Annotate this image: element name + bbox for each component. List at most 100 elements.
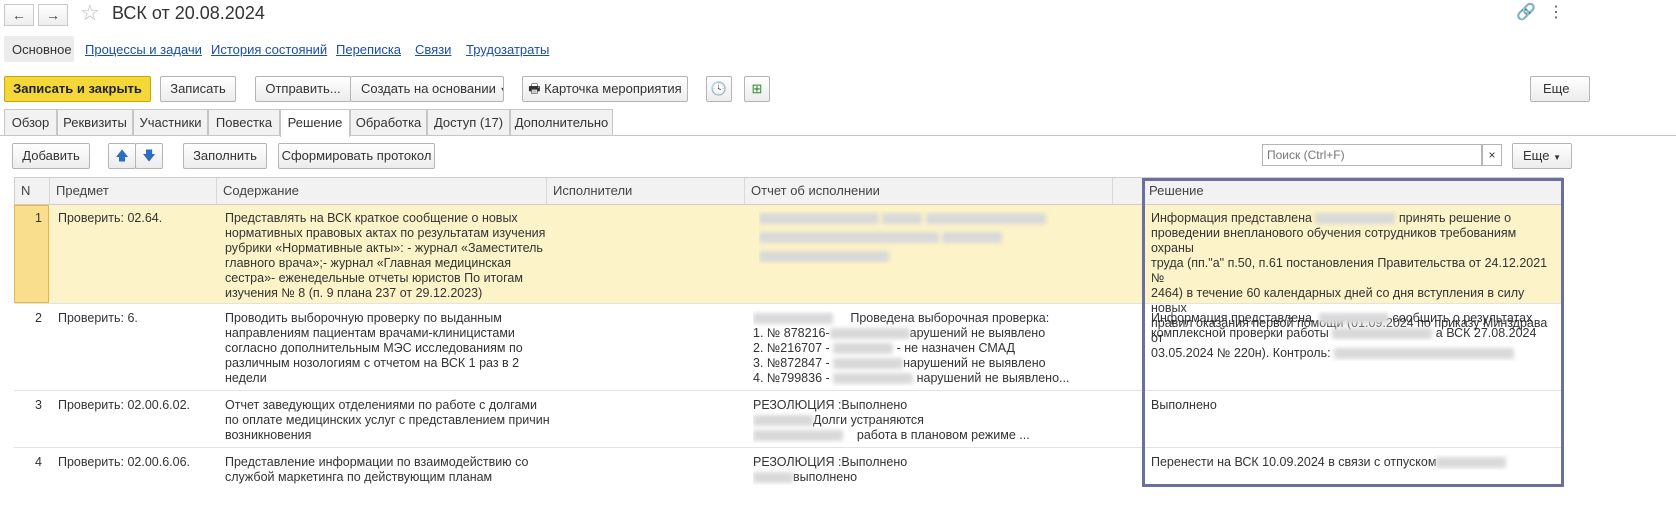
row-content: Отчет заведующих отделениями по работе с…	[225, 398, 555, 443]
report-line: 3. №872847 -	[753, 356, 830, 370]
row-content: Проводить выборочную проверку по выданны…	[225, 311, 555, 386]
content-line: изучения № 8 (п. 9 плана 237 от 29.12.20…	[225, 286, 483, 300]
row-subject: Проверить: 02.64.	[58, 211, 163, 225]
row-number: 1	[35, 211, 42, 225]
report-line: 1. № 878216-	[753, 326, 830, 340]
add-table-icon: ⊞	[751, 81, 763, 96]
report-line: работа в плановом режиме ...	[856, 428, 1030, 442]
col-header-content[interactable]: Содержание	[217, 177, 547, 205]
content-line: Представлять на ВСК краткое сообщение о …	[225, 211, 518, 225]
report-line: нарушений не выявлено	[903, 356, 1046, 370]
content-line: рубрики «Нормативные акты»: - журнал «За…	[225, 241, 543, 255]
report-line: РЕЗОЛЮЦИЯ :Выполнено	[753, 398, 908, 412]
tab-strip-line	[0, 135, 1676, 136]
more-toolbar-button[interactable]: Еще	[1530, 76, 1590, 102]
nav-link-labor[interactable]: Трудозатраты	[466, 42, 549, 57]
row-report: Проведена выборочная проверка: 1. № 8782…	[753, 311, 1083, 386]
row-content: Представлять на ВСК краткое сообщение о …	[225, 211, 555, 301]
more-grid-button[interactable]: Еще ▼	[1512, 143, 1572, 169]
report-line: 4. №799836 -	[753, 371, 830, 385]
report-line: выполнено	[793, 470, 858, 484]
more-menu-icon[interactable]: ⋮	[1548, 2, 1564, 22]
save-and-close-button[interactable]: Записать и закрыть	[4, 76, 151, 102]
fill-button[interactable]: Заполнить	[183, 143, 267, 169]
col-header-executors[interactable]: Исполнители	[547, 177, 745, 205]
content-line: Отчет заведующих отделениями по работе с…	[225, 398, 537, 412]
nav-link-history[interactable]: История состояний	[211, 42, 327, 57]
content-line: Проводить выборочную проверку по выданны…	[225, 311, 502, 325]
tab-agenda[interactable]: Повестка	[208, 109, 280, 135]
dropdown-caret-icon: ▼	[500, 85, 504, 95]
report-line: РЕЗОЛЮЦИЯ :Выполнено	[753, 455, 908, 469]
dropdown-caret-icon: ▼	[1553, 153, 1561, 162]
report-line: нарушений не выявлено...	[916, 371, 1070, 385]
row-subject: Проверить: 02.00.6.02.	[58, 398, 191, 412]
search-input[interactable]	[1262, 144, 1482, 166]
forward-button[interactable]: →	[38, 4, 68, 26]
create-based-on-label: Создать на основании	[361, 81, 496, 96]
tab-overview[interactable]: Обзор	[4, 109, 57, 135]
content-line: службой маркетинга по действующим планам	[225, 470, 493, 484]
col-header-report[interactable]: Отчет об исполнении	[745, 177, 1113, 205]
col-header-subject[interactable]: Предмет	[50, 177, 217, 205]
report-line: Проведена выборочная проверка:	[850, 311, 1050, 325]
content-line: сестра»- еженедельные отчеты юристов По …	[225, 271, 523, 285]
tab-additional[interactable]: Дополнительно	[510, 109, 613, 135]
move-down-button[interactable]: 🡇	[135, 143, 163, 169]
search-clear-icon[interactable]: ×	[1482, 144, 1502, 166]
nav-link-main[interactable]: Основное	[12, 42, 72, 57]
arrow-down-icon: 🡇	[142, 148, 156, 163]
row-subject: Проверить: 02.00.6.06.	[58, 455, 191, 469]
generate-protocol-button[interactable]: Сформировать протокол	[278, 143, 435, 169]
content-line: нормативных правовых актах по результата…	[225, 226, 546, 240]
col-header-n[interactable]: N	[14, 177, 50, 205]
arrow-left-icon: ←	[12, 7, 26, 23]
row-report: РЕЗОЛЮЦИЯ :Выполнено выполнено	[753, 455, 1083, 485]
arrow-up-icon: 🡅	[115, 148, 129, 163]
favorite-star-icon[interactable]: ☆	[80, 0, 100, 26]
tab-requisites[interactable]: Реквизиты	[57, 109, 133, 135]
nav-link-relations[interactable]: Связи	[415, 42, 451, 57]
row-number: 3	[35, 398, 42, 412]
content-line: возникновения	[225, 428, 312, 442]
row-report-redacted	[759, 211, 1059, 264]
event-card-button[interactable]: 🖶 Карточка мероприятия	[522, 76, 688, 102]
tab-processing[interactable]: Обработка	[350, 109, 427, 135]
content-line: согласно дополнительным МЭС исследования…	[225, 341, 523, 355]
add-button[interactable]: Добавить	[12, 143, 90, 169]
row-content: Представление информации по взаимодейств…	[225, 455, 555, 485]
row-subject: Проверить: 6.	[58, 311, 138, 325]
content-line: главного врача»;- журнал «Главная медици…	[225, 256, 512, 270]
clock-button[interactable]: 🕓	[706, 76, 732, 102]
content-line: направлениям пациентам врачами-клиницист…	[225, 326, 515, 340]
row-number: 2	[35, 311, 42, 325]
content-line: по оплате медицинских услуг с представле…	[225, 413, 550, 427]
printer-icon: 🖶	[528, 81, 541, 96]
tab-participants[interactable]: Участники	[133, 109, 208, 135]
report-line: Долги устраняются	[813, 413, 924, 427]
nav-link-correspondence[interactable]: Переписка	[336, 42, 401, 57]
nav-link-processes[interactable]: Процессы и задачи	[85, 42, 202, 57]
page-title: ВСК от 20.08.2024	[112, 3, 265, 23]
row-report: РЕЗОЛЮЦИЯ :Выполнено Долги устраняются р…	[753, 398, 1083, 443]
send-button[interactable]: Отправить...	[255, 76, 351, 102]
col-header-spacer	[1113, 177, 1143, 205]
report-line: арушений не выявлено	[909, 326, 1046, 340]
tab-access[interactable]: Доступ (17)	[427, 109, 510, 135]
save-button[interactable]: Записать	[160, 76, 236, 102]
decision-column-highlight	[1142, 178, 1564, 487]
more-grid-label: Еще	[1523, 148, 1550, 163]
content-line: Представление информации по взаимодейств…	[225, 455, 529, 469]
tab-decision[interactable]: Решение	[280, 109, 350, 137]
report-line: - не назначен СМАД	[896, 341, 1015, 355]
event-card-label: Карточка мероприятия	[544, 81, 682, 96]
back-button[interactable]: ←	[4, 4, 34, 26]
create-based-on-button[interactable]: Создать на основании ▼	[350, 76, 504, 102]
arrow-right-icon: →	[46, 7, 60, 23]
move-up-button[interactable]: 🡅	[108, 143, 136, 169]
report-line: 2. №216707 -	[753, 341, 830, 355]
link-icon[interactable]: 🔗	[1516, 2, 1536, 22]
add-table-button[interactable]: ⊞	[744, 76, 770, 102]
clock-icon: 🕓	[710, 81, 728, 96]
content-line: недели	[225, 371, 267, 385]
